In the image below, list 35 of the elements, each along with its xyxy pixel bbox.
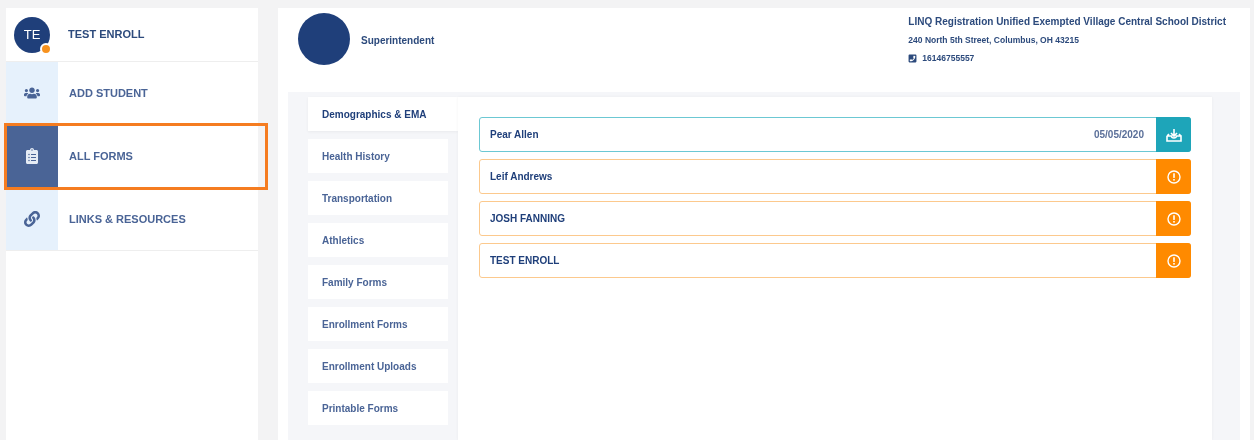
sidebar-item[interactable]: LINKS & RESOURCES <box>6 188 258 251</box>
link-icon <box>24 211 40 227</box>
form-tab[interactable]: Demographics & EMA <box>308 97 458 131</box>
download-button[interactable] <box>1156 117 1191 152</box>
student-form-row[interactable]: TEST ENROLL <box>479 243 1191 278</box>
sidebar-item[interactable]: ADD STUDENT <box>6 62 258 125</box>
district-logo <box>298 13 350 65</box>
alert-button[interactable] <box>1156 159 1191 194</box>
users-icon <box>24 85 40 101</box>
form-tab[interactable]: Athletics <box>308 223 448 257</box>
form-date: 05/05/2020 <box>1093 128 1144 142</box>
alert-icon <box>1166 169 1181 184</box>
student-form-row[interactable]: JOSH FANNING <box>479 201 1191 236</box>
form-tab[interactable]: Enrollment Forms <box>308 307 448 341</box>
form-tab[interactable]: Family Forms <box>308 265 448 299</box>
student-form-row[interactable]: Pear Allen 05/05/2020 <box>479 117 1191 152</box>
district-name: LINQ Registration Unified Exempted Village Central School District <box>908 15 1226 29</box>
student-form-row[interactable]: Leif Andrews <box>479 159 1191 194</box>
clipboard-icon <box>24 148 40 164</box>
role-label: Superintendent <box>361 34 435 48</box>
form-tab[interactable]: Transportation <box>308 181 448 215</box>
form-tab[interactable]: Printable Forms <box>308 391 448 425</box>
sidebar-item[interactable]: ALL FORMS <box>6 125 266 188</box>
district-phone: 16146755557 <box>922 51 975 65</box>
form-tab[interactable]: Health History <box>308 139 448 173</box>
avatar-initials: TE <box>23 25 41 44</box>
download-icon <box>1165 127 1182 142</box>
alert-icon <box>1166 211 1181 226</box>
student-name: TEST ENROLL <box>67 27 145 43</box>
alert-icon <box>1166 253 1181 268</box>
alert-button[interactable] <box>1156 243 1191 278</box>
district-address: 240 North 5th Street, Columbus, OH 43215 <box>908 34 1080 47</box>
alert-button[interactable] <box>1156 201 1191 236</box>
form-tab[interactable]: Enrollment Uploads <box>308 349 448 383</box>
phone-icon <box>908 53 918 63</box>
